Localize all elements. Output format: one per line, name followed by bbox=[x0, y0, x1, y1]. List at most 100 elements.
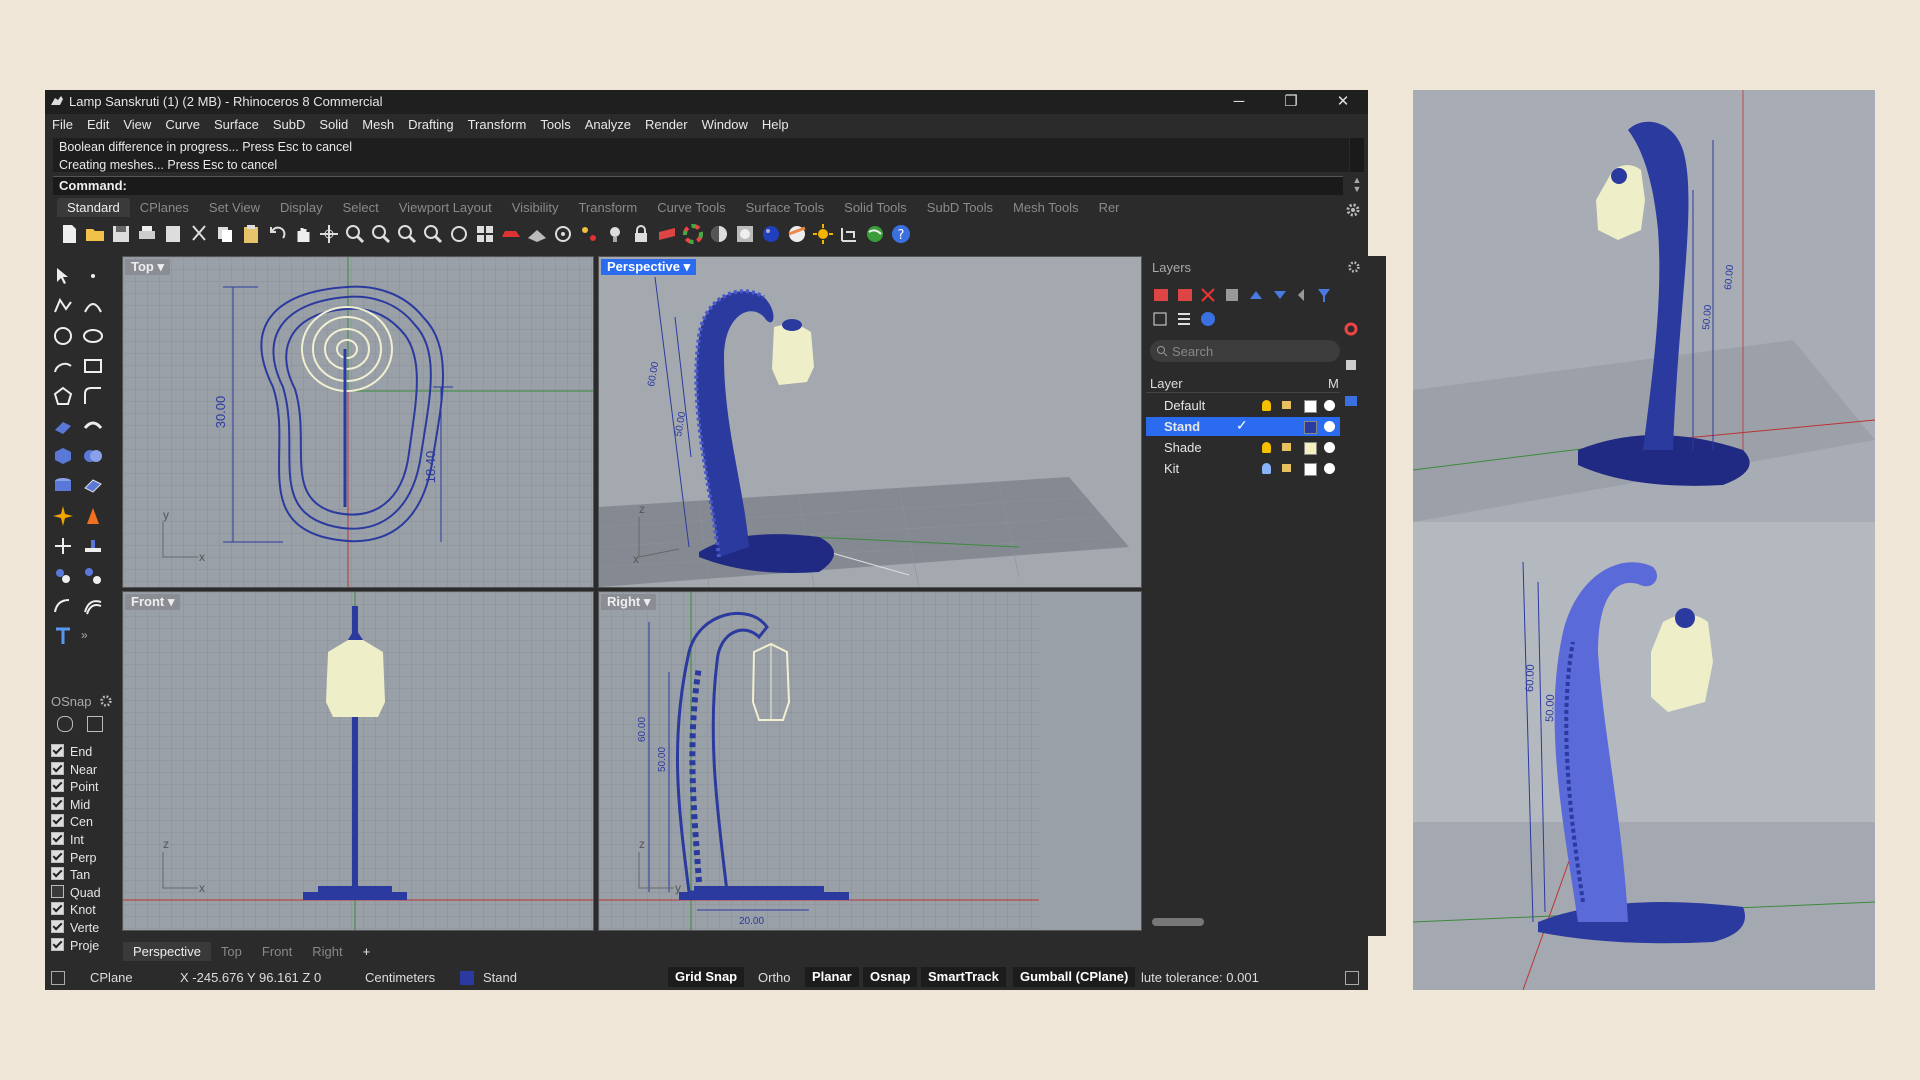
help-icon[interactable] bbox=[1201, 312, 1215, 326]
layer-row[interactable]: Kit bbox=[1146, 459, 1340, 478]
render-grid-icon[interactable] bbox=[733, 222, 757, 246]
osnap-item[interactable]: Mid bbox=[51, 796, 90, 814]
visibility-bulb-icon[interactable] bbox=[1262, 442, 1271, 453]
osnap-item[interactable]: Proje bbox=[51, 937, 99, 955]
tab-visibility[interactable]: Visibility bbox=[502, 198, 569, 217]
menu-view[interactable]: View bbox=[116, 114, 158, 132]
menu-surface[interactable]: Surface bbox=[207, 114, 266, 132]
rectangle-icon[interactable] bbox=[81, 354, 105, 378]
viewport-front[interactable]: z x Front ▾ bbox=[122, 591, 594, 931]
gumball-toggle[interactable]: Gumball (CPlane) bbox=[1013, 967, 1136, 987]
layer-row[interactable]: Default bbox=[1146, 396, 1340, 415]
group-icon[interactable] bbox=[51, 564, 75, 588]
menu-render[interactable]: Render bbox=[638, 114, 695, 132]
display-mode-icon[interactable] bbox=[707, 222, 731, 246]
move-up-icon[interactable] bbox=[1250, 291, 1262, 299]
osnap-checkbox[interactable] bbox=[51, 849, 64, 863]
cplane-icon[interactable] bbox=[525, 222, 549, 246]
osnap-checkbox[interactable] bbox=[51, 779, 64, 793]
layers-scrollbar[interactable] bbox=[1152, 918, 1204, 926]
cut-icon[interactable] bbox=[187, 222, 211, 246]
osnap-item[interactable]: Near bbox=[51, 761, 97, 779]
box-icon[interactable] bbox=[51, 444, 75, 468]
menu-mesh[interactable]: Mesh bbox=[355, 114, 401, 132]
material-icon[interactable] bbox=[1324, 421, 1335, 432]
split-icon[interactable] bbox=[81, 504, 105, 528]
menu-transform[interactable]: Transform bbox=[461, 114, 534, 132]
tab-cplanes[interactable]: CPlanes bbox=[130, 198, 199, 217]
circle-icon[interactable] bbox=[51, 324, 75, 348]
filter-icon[interactable] bbox=[1318, 289, 1330, 302]
boolean-icon[interactable] bbox=[81, 444, 105, 468]
new-file-icon[interactable] bbox=[57, 222, 81, 246]
smarttrack-toggle[interactable]: SmartTrack bbox=[921, 967, 1006, 987]
print-icon[interactable] bbox=[135, 222, 159, 246]
lock-icon[interactable] bbox=[1282, 443, 1291, 451]
material-sphere-icon[interactable] bbox=[759, 222, 783, 246]
zoom-selected-icon[interactable] bbox=[421, 222, 445, 246]
tab-transform[interactable]: Transform bbox=[568, 198, 647, 217]
osnap-item[interactable]: Int bbox=[51, 832, 84, 849]
curve-from-object-icon[interactable] bbox=[51, 594, 75, 618]
osnap-checkbox[interactable] bbox=[51, 920, 64, 933]
add-viewport-button[interactable]: + bbox=[353, 942, 381, 961]
save-icon[interactable] bbox=[109, 222, 133, 246]
status-layer[interactable]: Stand bbox=[483, 970, 517, 985]
osnap-checkbox[interactable] bbox=[51, 761, 64, 775]
dimension-icon[interactable] bbox=[837, 222, 861, 246]
display-panel-icon[interactable] bbox=[1344, 394, 1358, 408]
import-icon[interactable] bbox=[161, 222, 185, 246]
tab-select[interactable]: Select bbox=[333, 198, 389, 217]
four-viewports-icon[interactable] bbox=[473, 222, 497, 246]
menu-solid[interactable]: Solid bbox=[312, 114, 355, 132]
select-arrow-icon[interactable] bbox=[51, 264, 75, 288]
current-layer-check-icon[interactable]: ✓ bbox=[1236, 417, 1248, 434]
arc-icon[interactable] bbox=[51, 354, 75, 378]
gear-icon[interactable] bbox=[1345, 202, 1361, 218]
offset-curve-icon[interactable] bbox=[81, 594, 105, 618]
osnap-item[interactable]: Verte bbox=[51, 920, 99, 937]
layer-row[interactable]: Stand ✓ bbox=[1146, 417, 1340, 436]
layer-color-swatch[interactable] bbox=[1304, 442, 1317, 455]
rotate-view-icon[interactable] bbox=[317, 222, 341, 246]
tab-surface-tools[interactable]: Surface Tools bbox=[736, 198, 835, 217]
text-icon[interactable] bbox=[51, 624, 75, 648]
menu-analyze[interactable]: Analyze bbox=[578, 114, 638, 132]
menu-edit[interactable]: Edit bbox=[80, 114, 116, 132]
polyline-icon[interactable] bbox=[51, 294, 75, 318]
menu-drafting[interactable]: Drafting bbox=[401, 114, 461, 132]
close-button[interactable]: ✕ bbox=[1317, 90, 1369, 114]
environment-icon[interactable] bbox=[785, 222, 809, 246]
menu-tools[interactable]: Tools bbox=[533, 114, 577, 132]
material-icon[interactable] bbox=[1324, 442, 1335, 453]
select-point-icon[interactable] bbox=[551, 222, 575, 246]
tab-subd-tools[interactable]: SubD Tools bbox=[917, 198, 1003, 217]
snap-mode-icon[interactable] bbox=[57, 716, 73, 732]
grid-view-icon[interactable] bbox=[1153, 312, 1167, 326]
delete-icon[interactable] bbox=[1201, 288, 1215, 302]
filter-icon[interactable] bbox=[87, 716, 103, 732]
osnap-checkbox[interactable] bbox=[51, 796, 64, 810]
properties-icon[interactable] bbox=[1344, 358, 1358, 372]
vptab-perspective[interactable]: Perspective bbox=[123, 942, 211, 961]
tab-standard[interactable]: Standard bbox=[57, 198, 130, 217]
osnap-item[interactable]: Cen bbox=[51, 814, 93, 831]
loft-icon[interactable] bbox=[81, 414, 105, 438]
ungroup-icon[interactable] bbox=[81, 564, 105, 588]
osnap-item[interactable]: Knot bbox=[51, 902, 96, 919]
undo-icon[interactable] bbox=[265, 222, 289, 246]
new-layer-icon[interactable] bbox=[1154, 289, 1168, 301]
osnap-checkbox[interactable] bbox=[51, 902, 64, 916]
menu-window[interactable]: Window bbox=[695, 114, 755, 132]
points-on-icon[interactable] bbox=[577, 222, 601, 246]
viewport-label-front[interactable]: Front ▾ bbox=[125, 594, 181, 610]
viewport-label-right[interactable]: Right ▾ bbox=[601, 594, 657, 610]
panel-toggle-icon[interactable] bbox=[51, 971, 65, 985]
gear-icon[interactable] bbox=[1347, 260, 1361, 274]
tab-viewport-layout[interactable]: Viewport Layout bbox=[389, 198, 502, 217]
curve-cv-icon[interactable] bbox=[81, 294, 105, 318]
vptab-right[interactable]: Right bbox=[302, 942, 352, 961]
undo-view-icon[interactable] bbox=[447, 222, 471, 246]
tab-render[interactable]: Rer bbox=[1089, 198, 1130, 217]
visibility-bulb-icon[interactable] bbox=[1262, 400, 1271, 411]
